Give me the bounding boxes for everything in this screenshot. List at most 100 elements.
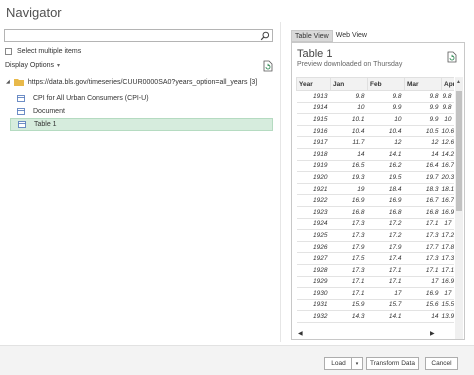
table-cell: 1915	[296, 113, 331, 126]
column-header[interactable]: Apr	[441, 77, 454, 91]
table-cell: 14	[404, 310, 442, 323]
table-row: 1924 17.3 17.2 17.1 17	[296, 218, 454, 231]
table-icon	[18, 121, 26, 128]
scroll-right-icon[interactable]: ▶	[430, 330, 435, 337]
table-cell: 14	[330, 148, 368, 161]
table-cell: 19.7	[404, 171, 442, 184]
table-cell: 17.9	[330, 241, 368, 254]
data-table: Year Jan Feb Mar Apr 1913 9.8 9.8 9.8 9.8 191…	[296, 77, 454, 323]
table-cell: 17.5	[330, 252, 368, 265]
column-header[interactable]: Mar	[404, 77, 442, 91]
select-multiple-checkbox[interactable]: Select multiple items	[5, 48, 81, 55]
vertical-scrollbar[interactable]: ▲	[455, 77, 463, 339]
table-row: 1929 17.1 17.1 17 16.9	[296, 276, 454, 289]
table-row: 1921 19 18.4 18.3 18.1	[296, 183, 454, 196]
tree-item-cpi[interactable]: CPI for All Urban Consumers (CPI-U)	[10, 92, 273, 105]
table-row: 1931 15.9 15.7 15.6 15.5	[296, 299, 454, 312]
tree-item-label: Document	[33, 108, 65, 115]
table-row: 1925 17.3 17.2 17.3 17.2	[296, 229, 454, 242]
table-cell: 15.5	[441, 299, 454, 312]
table-cell: 17.3	[404, 229, 442, 242]
transform-data-button[interactable]: Transform Data	[366, 357, 419, 370]
table-cell: 15.9	[330, 299, 368, 312]
search-icon[interactable]	[260, 31, 270, 41]
table-cell: 1923	[296, 206, 331, 219]
table-cell: 16.8	[330, 206, 368, 219]
tree-item-document[interactable]: Document	[10, 105, 273, 118]
display-options-dropdown[interactable]: Display Options ▾	[5, 62, 60, 69]
table-row: 1923 16.8 16.8 16.8 16.9	[296, 206, 454, 219]
scroll-left-icon[interactable]: ◀	[298, 330, 303, 337]
table-cell: 10.1	[330, 113, 368, 126]
tab-table-view[interactable]: Table View	[291, 30, 333, 42]
table-cell: 17.1	[404, 264, 442, 277]
table-row: 1928 17.3 17.1 17.1 17.1	[296, 264, 454, 277]
load-dropdown-button[interactable]: ▾	[351, 357, 363, 370]
table-cell: 17.9	[367, 241, 405, 254]
table-cell: 17	[441, 218, 454, 231]
table-row: 1920 19.3 19.5 19.7 20.3	[296, 171, 454, 184]
table-cell: 1926	[296, 241, 331, 254]
table-cell: 1932	[296, 310, 331, 323]
table-row: 1917 11.7 12 12 12.6	[296, 136, 454, 149]
table-cell: 1921	[296, 183, 331, 196]
table-cell: 12.6	[441, 136, 454, 149]
table-cell: 1930	[296, 287, 331, 300]
table-cell: 19	[330, 183, 368, 196]
column-header[interactable]: Feb	[367, 77, 405, 91]
scrollbar-thumb[interactable]	[456, 91, 462, 211]
column-header[interactable]: Jan	[330, 77, 368, 91]
table-cell: 17.3	[441, 252, 454, 265]
refresh-icon[interactable]	[263, 60, 273, 72]
table-cell: 10	[441, 113, 454, 126]
horizontal-scrollbar[interactable]: ◀ ▶	[296, 330, 454, 338]
table-row: 1918 14 14.1 14 14.2	[296, 148, 454, 161]
view-tabs: Table View Web View	[291, 30, 370, 42]
table-cell: 1920	[296, 171, 331, 184]
preview-subtitle: Preview downloaded on Thursday	[297, 61, 403, 68]
table-row: 1913 9.8 9.8 9.8 9.8	[296, 90, 454, 103]
tab-web-view[interactable]: Web View	[333, 30, 370, 42]
table-cell: 9.9	[367, 102, 405, 115]
table-cell: 17.1	[330, 287, 368, 300]
column-header[interactable]: Year	[296, 77, 331, 91]
checkbox[interactable]	[5, 48, 12, 55]
table-cell: 17.7	[404, 241, 442, 254]
table-cell: 9.8	[367, 90, 405, 103]
table-cell: 9.8	[441, 90, 454, 103]
table-row: 1916 10.4 10.4 10.5 10.6	[296, 125, 454, 138]
table-cell: 9.8	[441, 102, 454, 115]
tree-item-table-1[interactable]: Table 1	[10, 118, 273, 131]
tree-root-node[interactable]: ◢ https://data.bls.gov/timeseries/CUUR00…	[6, 78, 257, 86]
table-cell: 17.1	[330, 276, 368, 289]
tree-root-label: https://data.bls.gov/timeseries/CUUR0000…	[27, 78, 258, 86]
table-cell: 9.8	[404, 90, 442, 103]
table-cell: 17.4	[367, 252, 405, 265]
display-options-label: Display Options	[5, 62, 55, 69]
table-cell: 18.4	[367, 183, 405, 196]
refresh-icon[interactable]	[447, 51, 457, 63]
scroll-up-icon[interactable]: ▲	[456, 79, 461, 85]
table-cell: 17	[404, 276, 442, 289]
table-row: 1930 17.1 17 16.9 17	[296, 287, 454, 300]
table-cell: 17.2	[367, 218, 405, 231]
table-row: 1919 16.5 16.2 16.4 16.7	[296, 160, 454, 173]
table-cell: 9.8	[330, 90, 368, 103]
table-cell: 10.4	[330, 125, 368, 138]
table-cell: 17.2	[441, 229, 454, 242]
table-cell: 16.8	[404, 206, 442, 219]
cancel-button[interactable]: Cancel	[425, 357, 458, 370]
expand-caret-icon[interactable]: ◢	[6, 79, 10, 85]
table-cell: 1918	[296, 148, 331, 161]
table-cell: 1924	[296, 218, 331, 231]
select-multiple-label: Select multiple items	[17, 48, 82, 55]
table-cell: 10.4	[367, 125, 405, 138]
table-cell: 1922	[296, 194, 331, 207]
table-cell: 16.2	[367, 160, 405, 173]
table-cell: 17.1	[404, 218, 442, 231]
table-cell: 1916	[296, 125, 331, 138]
load-button[interactable]: Load	[324, 357, 353, 370]
table-cell: 1913	[296, 90, 331, 103]
table-cell: 19.3	[330, 171, 368, 184]
search-input[interactable]	[4, 29, 273, 42]
